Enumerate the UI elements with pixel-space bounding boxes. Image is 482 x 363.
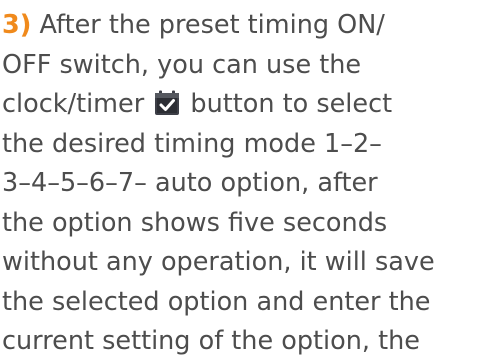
text-line-9: current setting of the option, the xyxy=(2,322,480,362)
calendar-check-icon xyxy=(154,90,180,116)
step-number: 3) xyxy=(2,10,32,40)
text-segment: without any operation, it will save xyxy=(2,247,435,277)
text-segment: button to select xyxy=(182,89,393,119)
text-segment: current setting of the option, the xyxy=(2,326,420,356)
instruction-paragraph: 3) After the preset timing ON/ OFF switc… xyxy=(2,6,480,362)
text-line-7: without any operation, it will save xyxy=(2,243,480,283)
text-line-2: OFF switch, you can use the xyxy=(2,46,480,86)
text-line-6: the option shows five seconds xyxy=(2,204,480,244)
text-segment: 3–4–5–6–7– auto option, after xyxy=(2,168,378,198)
text-segment: After the preset timing ON/ xyxy=(31,10,385,40)
text-segment: the selected option and enter the xyxy=(2,286,431,317)
text-line-8: the selected option and enter the xyxy=(2,283,480,323)
text-line-4: the desired timing mode 1–2– xyxy=(2,125,480,165)
text-line-3: clock/timer button to select xyxy=(2,85,480,125)
text-line-5: 3–4–5–6–7– auto option, after xyxy=(2,164,480,204)
text-line-1: 3) After the preset timing ON/ xyxy=(2,6,480,46)
text-segment: clock/timer xyxy=(2,89,145,119)
text-segment: OFF switch, you can use the xyxy=(2,49,362,80)
text-segment: the option shows five seconds xyxy=(2,207,388,238)
text-segment: the desired timing mode 1–2– xyxy=(2,128,382,159)
